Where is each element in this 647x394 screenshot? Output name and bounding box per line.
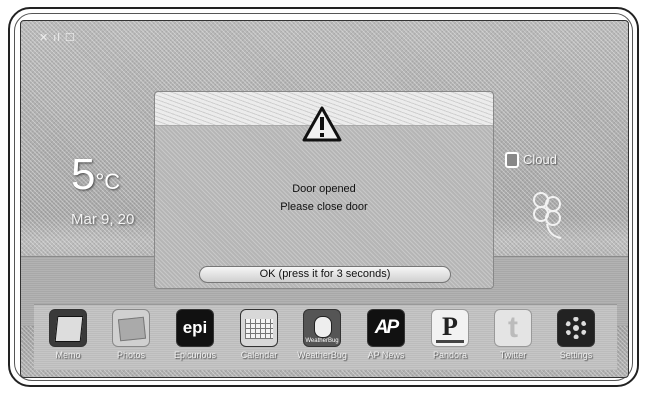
memo-icon	[49, 309, 87, 347]
pandora-icon-letter: P	[442, 312, 458, 341]
warning-icon	[302, 106, 342, 142]
app-label: Photos	[116, 350, 146, 360]
app-label: AP News	[367, 350, 405, 360]
app-twitter[interactable]: t Twitter	[487, 309, 539, 371]
date-label: Mar 9, 20	[71, 211, 135, 228]
app-epicurious[interactable]: epi Epicurious	[169, 309, 221, 371]
app-photos[interactable]: Photos	[105, 309, 157, 371]
epicurious-icon: epi	[176, 309, 214, 347]
photos-icon	[112, 309, 150, 347]
app-weatherbug[interactable]: WeatherBug WeatherBug	[296, 309, 348, 371]
settings-icon	[557, 309, 595, 347]
weather-widget[interactable]: 5°C	[71, 153, 120, 197]
twitter-icon: t	[494, 309, 532, 347]
temperature-unit: °C	[95, 169, 121, 194]
app-label: Twitter	[499, 350, 527, 360]
calendar-icon	[240, 309, 278, 347]
weather-condition-label: Cloud	[523, 152, 557, 168]
screen: ✕ ıl ☐ 5°C Mar 9, 20 Cloud Door opened P…	[20, 20, 629, 378]
app-ap-news[interactable]: AP AP News	[360, 309, 412, 371]
app-pandora[interactable]: P Pandora	[424, 309, 476, 371]
app-dock: Memo Photos epi Epicurious Calendar Weat…	[34, 304, 617, 370]
app-label: Epicurious	[173, 350, 217, 360]
pandora-icon: P	[431, 309, 469, 347]
app-label: Memo	[55, 350, 81, 360]
alert-dialog: Door opened Please close door OK (press …	[154, 91, 494, 289]
app-memo[interactable]: Memo	[42, 309, 94, 371]
dialog-message-line2: Please close door	[280, 201, 368, 213]
app-calendar[interactable]: Calendar	[233, 309, 285, 371]
dialog-message-line1: Door opened	[292, 183, 356, 195]
cloud-icon	[505, 151, 519, 168]
app-label: Calendar	[240, 350, 278, 360]
clover-decoration-icon	[533, 192, 562, 239]
app-settings[interactable]: Settings	[550, 309, 602, 371]
app-label: Settings	[559, 350, 593, 360]
ok-button[interactable]: OK (press it for 3 seconds)	[199, 266, 451, 283]
gear-icon	[565, 317, 587, 339]
weatherbug-icon-text: WeatherBug	[305, 338, 339, 344]
status-bar: ✕ ıl ☐	[39, 32, 76, 44]
pandora-icon-bar	[436, 340, 464, 343]
app-label: Pandora	[432, 350, 468, 360]
weatherbug-icon: WeatherBug	[303, 309, 341, 347]
weather-condition: Cloud	[505, 151, 557, 168]
app-label: WeatherBug	[297, 350, 347, 360]
ap-news-icon: AP	[367, 309, 405, 347]
temperature-value: 5	[71, 150, 96, 199]
